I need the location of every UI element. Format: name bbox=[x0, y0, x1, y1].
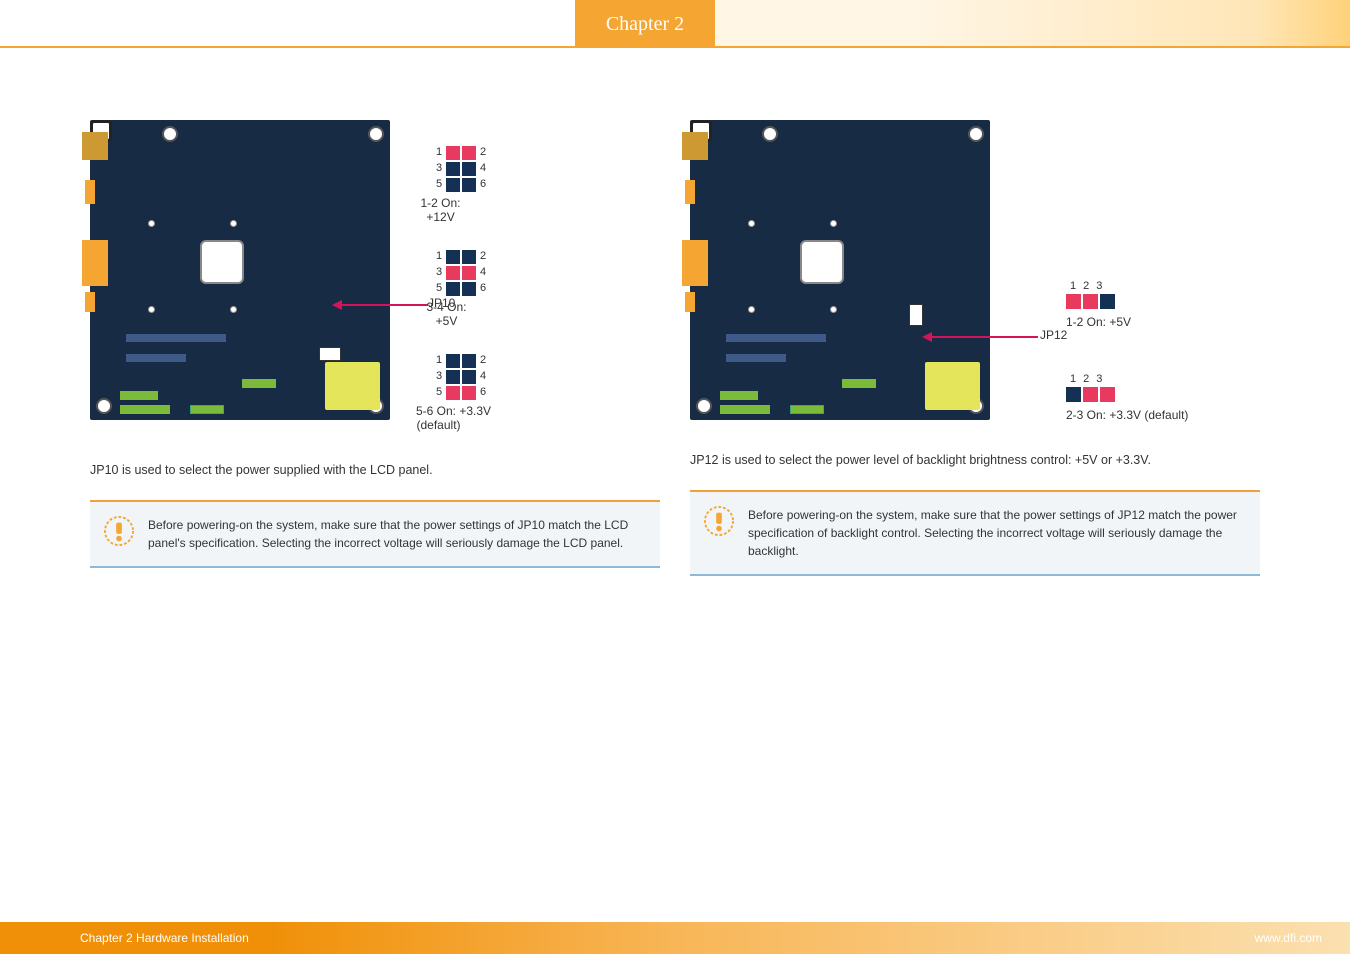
callout-line-jp12: JP12 bbox=[998, 120, 1058, 420]
jumper-opt-12v: 1 2 3 4 5 6 1-2 On: +12V bbox=[446, 146, 491, 224]
callout-line-jp10: JP10 bbox=[398, 120, 438, 420]
jp12-warning-text: Before powering-on the system, make sure… bbox=[748, 508, 1237, 558]
column-jp10: JP10 1 2 3 4 5 6 1-2 On: +12V 1 2 3 4 bbox=[90, 120, 690, 894]
header-spacer-left bbox=[0, 0, 575, 48]
jp10-warning-note: Before powering-on the system, make sure… bbox=[90, 500, 660, 568]
warning-icon bbox=[104, 516, 134, 546]
column-jp12: JP12 123 1-2 On: +5V 123 2-3 On: +3.3V (… bbox=[690, 120, 1290, 894]
footer-right-text: www.dfi.com bbox=[1255, 931, 1322, 945]
jp10-description: JP10 is used to select the power supplie… bbox=[90, 462, 660, 480]
warning-icon bbox=[704, 506, 734, 536]
jumper12-opt-3v3: 123 2-3 On: +3.3V (default) bbox=[1066, 373, 1188, 422]
page-content: JP10 1 2 3 4 5 6 1-2 On: +12V 1 2 3 4 bbox=[90, 120, 1290, 894]
chapter-tab: Chapter 2 bbox=[575, 0, 715, 48]
jumper-options-jp12: 123 1-2 On: +5V 123 2-3 On: +3.3V (defau… bbox=[1066, 270, 1188, 422]
jp12-description: JP12 is used to select the power level o… bbox=[690, 452, 1260, 470]
motherboard-diagram-left bbox=[90, 120, 390, 420]
footer-left-text: Chapter 2 Hardware Installation bbox=[80, 931, 249, 945]
header-bar: Chapter 2 bbox=[0, 0, 1350, 48]
jumper-opt-5v: 1 2 3 4 5 6 3-4 On: +5V bbox=[446, 250, 491, 328]
callout-label-jp12: JP12 bbox=[1040, 328, 1067, 342]
jumper12-opt-5v: 123 1-2 On: +5V bbox=[1066, 280, 1188, 329]
jp12-warning-note: Before powering-on the system, make sure… bbox=[690, 490, 1260, 576]
header-spacer-right bbox=[715, 0, 1350, 48]
diagram-row-jp10: JP10 1 2 3 4 5 6 1-2 On: +12V 1 2 3 4 bbox=[90, 120, 660, 432]
jp10-warning-text: Before powering-on the system, make sure… bbox=[148, 518, 628, 550]
footer-bar: Chapter 2 Hardware Installation www.dfi.… bbox=[0, 922, 1350, 954]
diagram-row-jp12: JP12 123 1-2 On: +5V 123 2-3 On: +3.3V (… bbox=[690, 120, 1260, 422]
jumper-opt-3v3: 1 2 3 4 5 6 5-6 On: +3.3V (default) bbox=[446, 354, 491, 432]
motherboard-diagram-right bbox=[690, 120, 990, 420]
jumper-options-jp10: 1 2 3 4 5 6 1-2 On: +12V 1 2 3 4 5 6 bbox=[446, 146, 491, 432]
